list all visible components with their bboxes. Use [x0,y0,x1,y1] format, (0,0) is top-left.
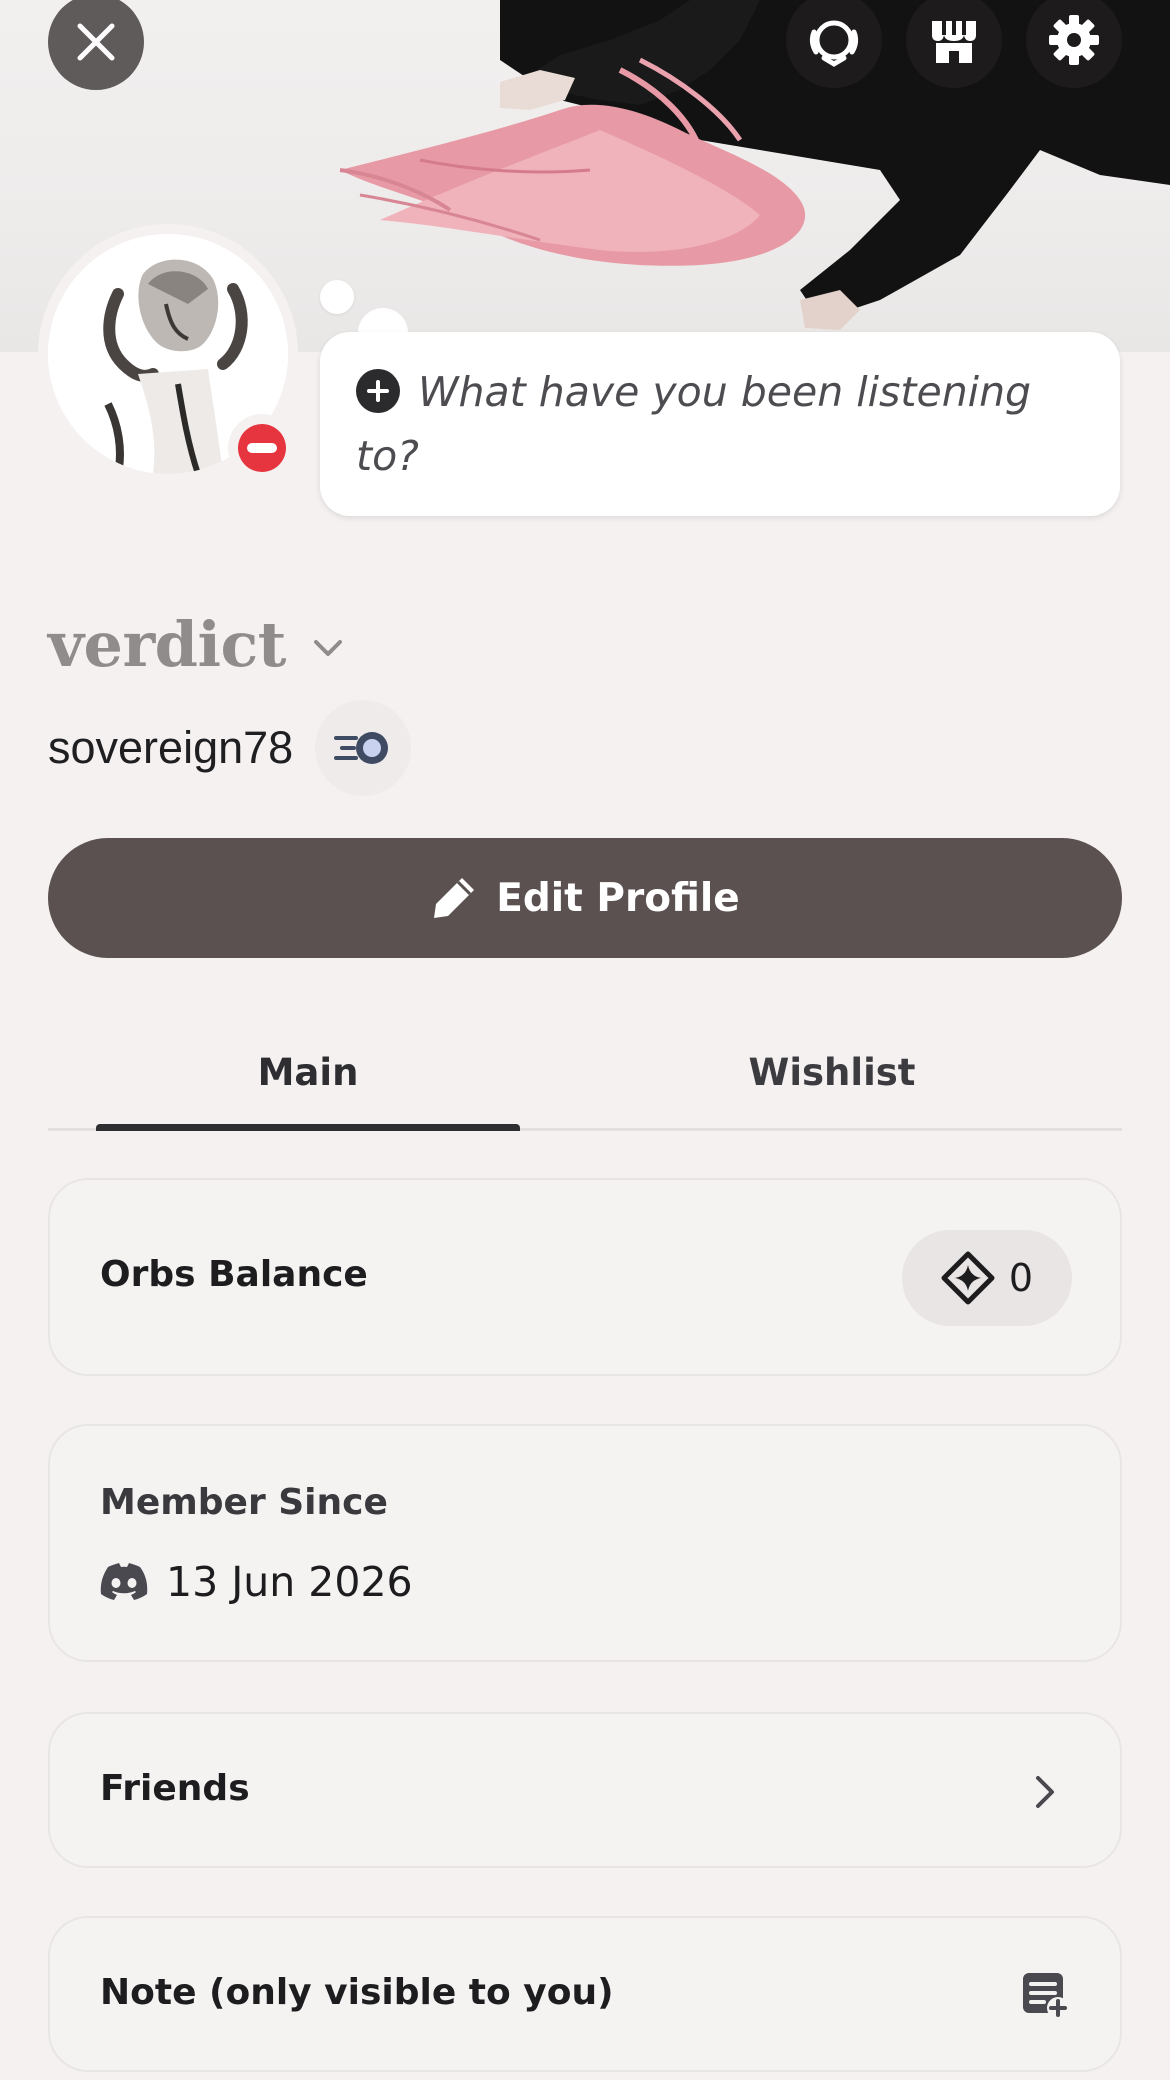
friends-card[interactable]: Friends [48,1712,1122,1868]
bubble-dot [320,280,354,314]
username: sovereign78 [48,722,294,773]
member-since-date: 13 Jun 2026 [166,1558,413,1606]
speed-badge-icon [334,732,389,764]
member-since-title: Member Since [100,1482,388,1523]
chevron-right-icon [1036,1776,1054,1808]
orbs-balance-value: 0 [1008,1256,1034,1300]
friends-title: Friends [100,1768,250,1809]
pencil-icon [434,878,475,918]
profile-badge[interactable] [315,700,412,796]
orbs-balance-card: Orbs Balance 0 [48,1178,1122,1376]
member-since-card: Member Since 13 Jun 2026 [48,1424,1122,1662]
add-status-icon [356,369,400,413]
add-note-icon [1023,1973,1069,2019]
edit-profile-button[interactable]: Edit Profile [48,838,1122,958]
custom-status-placeholder: What have you been listening to? [356,368,1032,480]
chevron-down-icon [313,639,342,656]
member-since-row: 13 Jun 2026 [100,1558,413,1606]
note-title: Note (only visible to you) [100,1972,614,2013]
profile-tabs: Main Wishlist [48,1016,1122,1131]
edit-profile-label: Edit Profile [496,875,740,921]
custom-status-bubble[interactable]: What have you been listening to? [320,332,1120,516]
username-row: sovereign78 [48,700,412,796]
tab-wishlist[interactable]: Wishlist [620,1016,1044,1128]
orbs-balance-title: Orbs Balance [100,1254,368,1295]
orb-icon [941,1251,995,1305]
close-icon [77,23,115,61]
display-name-switcher[interactable]: verdict [48,608,350,681]
display-name: verdict [48,608,286,681]
shop-icon [932,21,976,63]
discord-logo-icon [100,1563,148,1600]
active-tab-indicator [96,1124,520,1131]
custom-status-text: What have you been listening to? [356,360,1084,488]
note-card[interactable]: Note (only visible to you) [48,1916,1122,2072]
gear-icon [1049,15,1099,65]
tab-main[interactable]: Main [96,1016,520,1128]
orbs-balance-pill[interactable]: 0 [902,1230,1072,1326]
nitro-laurel-icon [809,20,859,67]
status-dnd-icon [238,424,286,472]
